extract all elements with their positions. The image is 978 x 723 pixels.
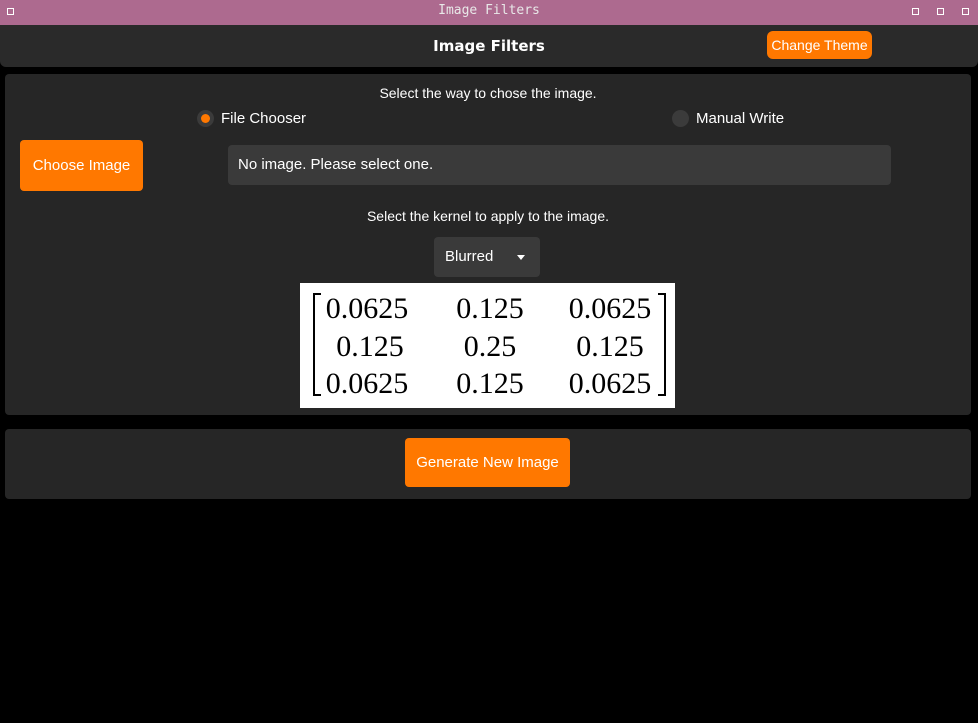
kernel-prompt-label: Select the kernel to apply to the image. — [366, 208, 610, 224]
kernel-dropdown[interactable]: Blurred — [434, 237, 540, 277]
matrix-cell: 0.125 — [576, 330, 644, 363]
app-header: Image Filters Change Theme — [0, 25, 978, 67]
generate-new-image-button[interactable]: Generate New Image — [405, 438, 570, 487]
minimize-icon[interactable] — [912, 8, 919, 15]
change-theme-button[interactable]: Change Theme — [767, 31, 872, 59]
image-path-field[interactable]: No image. Please select one. — [228, 145, 891, 185]
matrix-cell: 0.0625 — [568, 367, 652, 400]
kernel-dropdown-value: Blurred — [445, 248, 494, 265]
window-title: Image Filters — [438, 3, 540, 18]
radio-file-chooser-label: File Chooser — [221, 110, 307, 127]
radio-manual-write-label: Manual Write — [696, 110, 785, 127]
matrix-cell: 0.125 — [336, 330, 404, 363]
chevron-down-icon — [517, 255, 525, 260]
matrix-cell: 0.0625 — [325, 367, 409, 400]
radio-unselected-icon — [672, 110, 689, 127]
matrix-cell: 0.125 — [456, 367, 524, 400]
matrix-cell: 0.25 — [463, 330, 517, 363]
choose-image-button[interactable]: Choose Image — [20, 140, 143, 191]
matrix-cell: 0.0625 — [568, 292, 652, 325]
radio-file-chooser[interactable]: File Chooser — [197, 110, 306, 127]
maximize-icon[interactable] — [937, 8, 944, 15]
radio-selected-icon — [197, 110, 214, 127]
close-icon[interactable] — [962, 8, 969, 15]
image-source-panel: Select the way to chose the image. File … — [5, 74, 971, 415]
kernel-matrix-image: 0.0625 0.125 0.0625 0.125 0.25 0.125 0.0… — [300, 283, 675, 408]
matrix-cell: 0.125 — [456, 292, 524, 325]
source-prompt-label: Select the way to chose the image. — [379, 85, 597, 101]
matrix-cell: 0.0625 — [325, 292, 409, 325]
radio-manual-write[interactable]: Manual Write — [672, 110, 784, 127]
window-titlebar[interactable]: Image Filters — [0, 0, 978, 25]
action-panel: Generate New Image — [5, 429, 971, 499]
